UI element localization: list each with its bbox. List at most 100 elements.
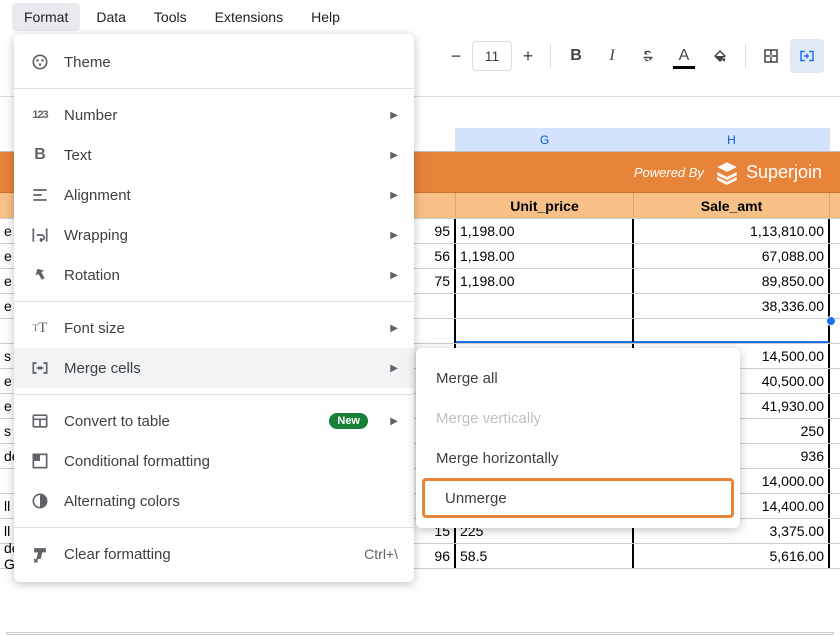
- menu-label: Alignment: [64, 187, 131, 204]
- theme-icon: [30, 52, 50, 72]
- separator: [550, 44, 551, 68]
- merge-icon: [798, 47, 816, 65]
- menubar: Format Data Tools Extensions Help: [0, 0, 840, 34]
- new-badge: New: [329, 413, 368, 429]
- menu-separator: [14, 88, 414, 89]
- cell[interactable]: 38,336.00: [634, 294, 830, 318]
- menu-label: Font size: [64, 320, 125, 337]
- separator: [745, 44, 746, 68]
- menu-label: Alternating colors: [64, 493, 180, 510]
- clear-formatting-icon: [30, 544, 50, 564]
- chevron-right-icon: ▶: [390, 323, 398, 334]
- menu-font-size[interactable]: TT Font size ▶: [14, 308, 414, 348]
- fill-color-icon: [711, 47, 729, 65]
- fill-color-button[interactable]: [703, 39, 737, 73]
- menu-alternating-colors[interactable]: Alternating colors: [14, 481, 414, 521]
- alignment-icon: [30, 185, 50, 205]
- menu-theme[interactable]: Theme: [14, 42, 414, 82]
- chevron-right-icon: ▶: [390, 230, 398, 241]
- menu-label: Theme: [64, 54, 111, 71]
- italic-button[interactable]: I: [595, 39, 629, 73]
- menu-separator: [14, 301, 414, 302]
- chevron-right-icon: ▶: [390, 363, 398, 374]
- text-color-button[interactable]: A: [667, 39, 701, 73]
- conditional-icon: [30, 451, 50, 471]
- menu-clear-formatting[interactable]: Clear formatting Ctrl+\: [14, 534, 414, 574]
- menu-label: Merge cells: [64, 360, 141, 377]
- chevron-right-icon: ▶: [390, 150, 398, 161]
- col-header-g[interactable]: G: [456, 128, 634, 151]
- cell[interactable]: [456, 319, 634, 343]
- superjoin-logo-icon: [714, 159, 740, 185]
- menu-label: Convert to table: [64, 413, 170, 430]
- selection-handle[interactable]: [826, 316, 836, 326]
- cell[interactable]: 5,616.00: [634, 544, 830, 568]
- format-dropdown: Theme 123 Number ▶ B Text ▶ Alignment ▶ …: [14, 34, 414, 582]
- menu-separator: [14, 527, 414, 528]
- chevron-right-icon: ▶: [390, 416, 398, 427]
- menu-extensions[interactable]: Extensions: [203, 3, 295, 31]
- borders-icon: [762, 47, 780, 65]
- sub-unmerge[interactable]: Unmerge: [422, 478, 734, 518]
- borders-button[interactable]: [754, 39, 788, 73]
- cell[interactable]: 89,850.00: [634, 269, 830, 293]
- menu-merge-cells[interactable]: Merge cells ▶: [14, 348, 414, 388]
- menu-label: Clear formatting: [64, 546, 171, 563]
- text-icon: B: [30, 145, 50, 165]
- strikethrough-button[interactable]: [631, 39, 665, 73]
- font-size-increase[interactable]: +: [514, 46, 542, 67]
- chevron-right-icon: ▶: [390, 190, 398, 201]
- menu-number[interactable]: 123 Number ▶: [14, 95, 414, 135]
- cell[interactable]: [634, 319, 830, 343]
- col-header-h[interactable]: H: [634, 128, 830, 151]
- text-color-swatch: [673, 66, 695, 69]
- alternating-icon: [30, 491, 50, 511]
- menu-convert-to-table[interactable]: Convert to table New ▶: [14, 401, 414, 441]
- menu-conditional-formatting[interactable]: Conditional formatting: [14, 441, 414, 481]
- bold-button[interactable]: B: [559, 39, 593, 73]
- wrapping-icon: [30, 225, 50, 245]
- menu-label: Wrapping: [64, 227, 128, 244]
- cell[interactable]: 1,13,810.00: [634, 219, 830, 243]
- menu-rotation[interactable]: Rotation ▶: [14, 255, 414, 295]
- menu-text[interactable]: B Text ▶: [14, 135, 414, 175]
- sub-merge-vertically: Merge vertically: [416, 398, 740, 438]
- chevron-right-icon: ▶: [390, 270, 398, 281]
- menu-separator: [14, 394, 414, 395]
- powered-by-label: Powered By: [634, 165, 704, 180]
- menu-help[interactable]: Help: [299, 3, 352, 31]
- table-icon: [30, 411, 50, 431]
- header-unit-price[interactable]: Unit_price: [456, 193, 634, 218]
- strikethrough-icon: [639, 47, 657, 65]
- number-icon: 123: [30, 105, 50, 125]
- merge-cells-icon: [30, 358, 50, 378]
- sub-merge-horizontally[interactable]: Merge horizontally: [416, 438, 740, 478]
- merge-cells-submenu: Merge all Merge vertically Merge horizon…: [416, 348, 740, 528]
- cell[interactable]: 1,198.00: [456, 244, 634, 268]
- cell[interactable]: 1,198.00: [456, 269, 634, 293]
- cell[interactable]: [456, 294, 634, 318]
- header-sale-amt[interactable]: Sale_amt: [634, 193, 830, 218]
- sub-merge-all[interactable]: Merge all: [416, 358, 740, 398]
- menu-alignment[interactable]: Alignment ▶: [14, 175, 414, 215]
- cell[interactable]: 1,198.00: [456, 219, 634, 243]
- brand-name: Superjoin: [746, 162, 822, 183]
- menu-wrapping[interactable]: Wrapping ▶: [14, 215, 414, 255]
- rotation-icon: [30, 265, 50, 285]
- menu-shortcut: Ctrl+\: [364, 546, 398, 562]
- menu-label: Conditional formatting: [64, 453, 210, 470]
- font-size-icon: TT: [30, 318, 50, 338]
- menu-data[interactable]: Data: [84, 3, 138, 31]
- brand-logo: Superjoin: [714, 159, 822, 185]
- font-size-input[interactable]: 11: [472, 41, 512, 71]
- merge-cells-toolbar-button[interactable]: [790, 39, 824, 73]
- menu-label: Rotation: [64, 267, 120, 284]
- menu-label: Text: [64, 147, 92, 164]
- menu-tools[interactable]: Tools: [142, 3, 199, 31]
- menu-format[interactable]: Format: [12, 3, 80, 31]
- chevron-right-icon: ▶: [390, 110, 398, 121]
- cell[interactable]: 58.5: [456, 544, 634, 568]
- menu-label: Number: [64, 107, 117, 124]
- cell[interactable]: 67,088.00: [634, 244, 830, 268]
- font-size-decrease[interactable]: −: [442, 46, 470, 67]
